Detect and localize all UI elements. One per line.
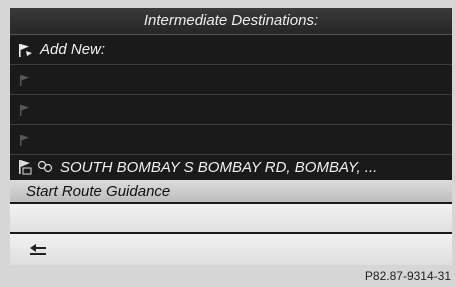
flag-icon: [16, 131, 34, 149]
intermediate-slot-1[interactable]: [10, 65, 452, 95]
back-arrow-icon: [28, 243, 50, 257]
flag-add-icon: [16, 41, 34, 59]
flag-icon: [16, 101, 34, 119]
empty-action-bar: [10, 204, 452, 232]
destination-item[interactable]: SOUTH BOMBAY S BOMBAY RD, BOMBAY, ...: [10, 155, 452, 179]
add-new-label: Add New:: [40, 41, 106, 58]
start-route-guidance-button[interactable]: Start Route Guidance: [10, 180, 452, 202]
flag-icon: [16, 71, 34, 89]
start-route-guidance-label: Start Route Guidance: [26, 182, 171, 200]
page-title: Intermediate Destinations:: [10, 8, 452, 35]
back-button[interactable]: [10, 234, 452, 265]
navigation-screen: Intermediate Destinations: Add New: SOUT…: [10, 8, 452, 265]
destination-address: SOUTH BOMBAY S BOMBAY RD, BOMBAY, ...: [60, 158, 378, 176]
intermediate-slot-2[interactable]: [10, 95, 452, 125]
destination-flag-icon: [16, 158, 34, 176]
figure-caption: P82.87-9314-31: [364, 269, 451, 283]
add-new-item[interactable]: Add New:: [10, 35, 452, 65]
poi-category-icon: [36, 158, 54, 176]
intermediate-slot-3[interactable]: [10, 125, 452, 155]
